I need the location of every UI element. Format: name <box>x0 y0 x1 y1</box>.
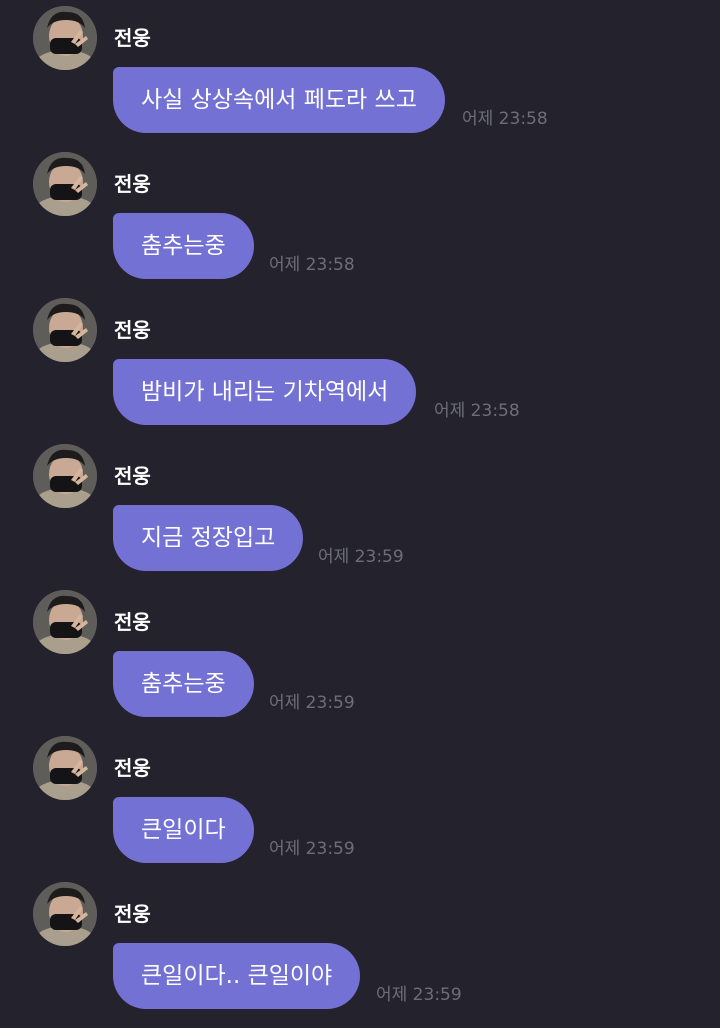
message-timestamp: 어제 23:59 <box>269 693 355 713</box>
profile-photo-icon <box>33 444 97 508</box>
message-bubble[interactable]: 큰일이다 <box>113 797 254 863</box>
message-bubble[interactable]: 큰일이다.. 큰일이야 <box>113 943 361 1009</box>
avatar[interactable] <box>33 298 97 362</box>
message-timestamp: 어제 23:58 <box>462 109 548 129</box>
profile-photo-icon <box>33 298 97 362</box>
sender-name: 전웅 <box>114 172 151 196</box>
message-group: 전웅 춤추는중 어제 23:59 <box>0 584 720 730</box>
profile-photo-icon <box>33 152 97 216</box>
avatar[interactable] <box>33 152 97 216</box>
message-timestamp: 어제 23:59 <box>269 839 355 859</box>
message-bubble[interactable]: 춤추는중 <box>113 651 254 717</box>
message-bubble[interactable]: 춤추는중 <box>113 213 254 279</box>
avatar[interactable] <box>33 444 97 508</box>
profile-photo-icon <box>33 6 97 70</box>
sender-name: 전웅 <box>114 318 151 342</box>
message-bubble[interactable]: 밤비가 내리는 기차역에서 <box>113 359 417 425</box>
message-group: 전웅 춤추는중 어제 23:58 <box>0 146 720 292</box>
message-timestamp: 어제 23:59 <box>318 547 404 567</box>
message-timestamp: 어제 23:59 <box>376 985 462 1005</box>
avatar[interactable] <box>33 882 97 946</box>
sender-name: 전웅 <box>114 26 151 50</box>
message-group: 전웅 사실 상상속에서 페도라 쓰고 어제 23:58 <box>0 0 720 146</box>
message-timestamp: 어제 23:58 <box>269 255 355 275</box>
message-group: 전웅 지금 정장입고 어제 23:59 <box>0 438 720 584</box>
avatar[interactable] <box>33 6 97 70</box>
sender-name: 전웅 <box>114 902 151 926</box>
sender-name: 전웅 <box>114 464 151 488</box>
message-group: 전웅 큰일이다 어제 23:59 <box>0 730 720 876</box>
message-group: 전웅 큰일이다.. 큰일이야 어제 23:59 <box>0 876 720 1022</box>
profile-photo-icon <box>33 590 97 654</box>
profile-photo-icon <box>33 736 97 800</box>
avatar[interactable] <box>33 590 97 654</box>
chat-message-list: 전웅 사실 상상속에서 페도라 쓰고 어제 23:58 전웅 춤추는중 어제 2… <box>0 0 720 1028</box>
message-bubble[interactable]: 사실 상상속에서 페도라 쓰고 <box>113 67 445 133</box>
profile-photo-icon <box>33 882 97 946</box>
message-group: 전웅 밤비가 내리는 기차역에서 어제 23:58 <box>0 292 720 438</box>
message-bubble[interactable]: 지금 정장입고 <box>113 505 304 571</box>
sender-name: 전웅 <box>114 756 151 780</box>
message-timestamp: 어제 23:58 <box>434 401 520 421</box>
sender-name: 전웅 <box>114 610 151 634</box>
avatar[interactable] <box>33 736 97 800</box>
